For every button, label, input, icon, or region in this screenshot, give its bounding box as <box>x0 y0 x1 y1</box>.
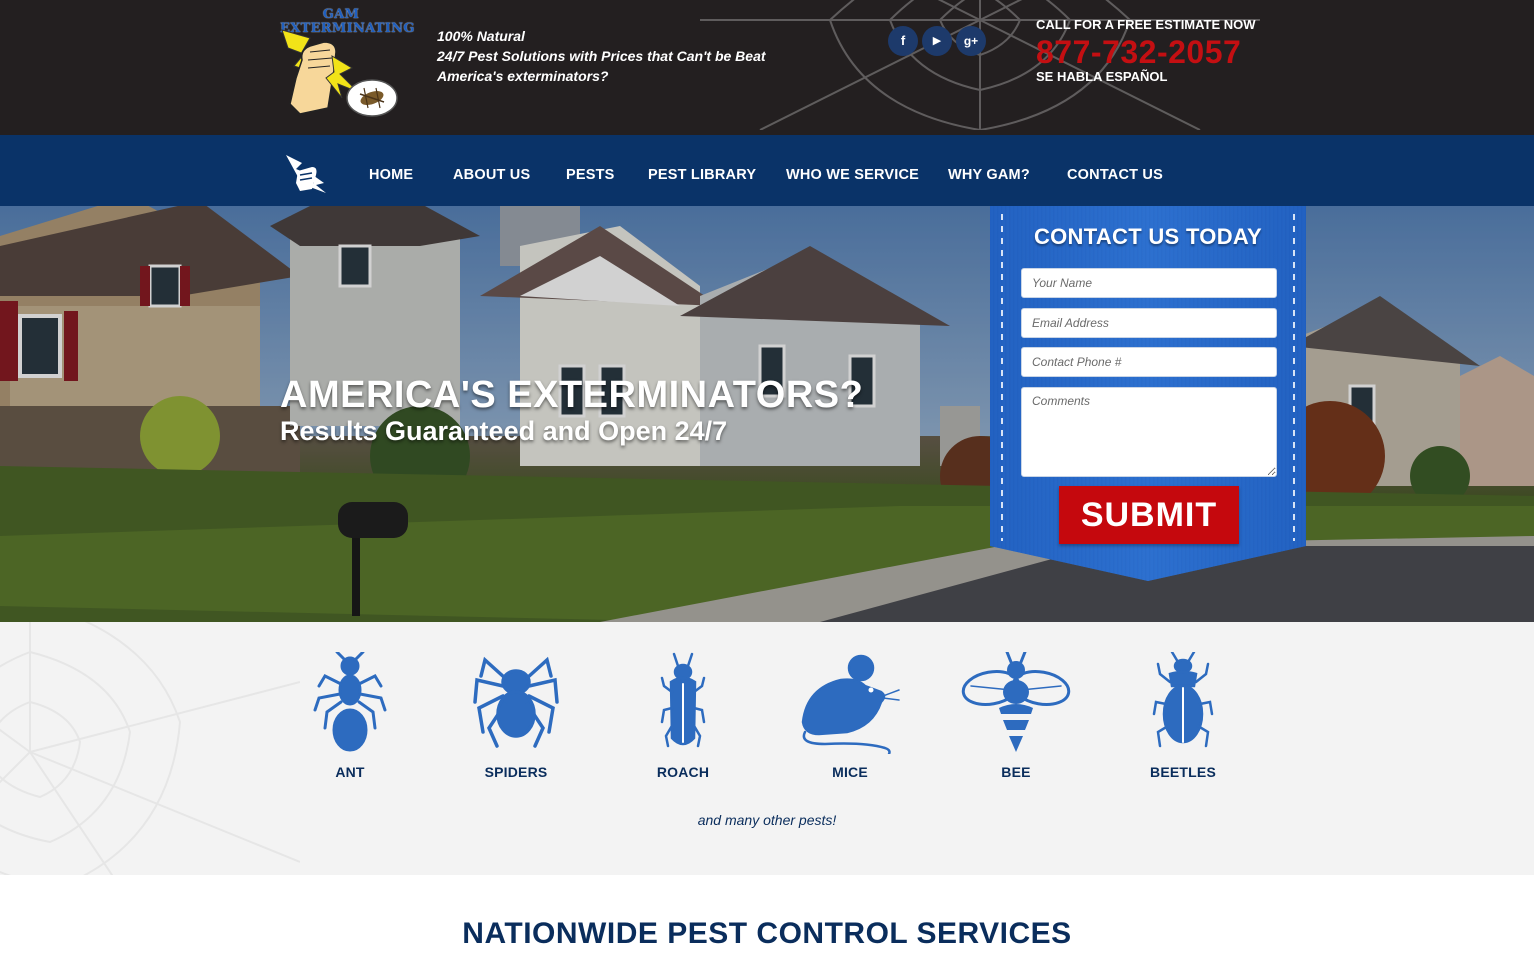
roach-icon <box>660 652 706 748</box>
pest-label-roach: ROACH <box>656 764 710 780</box>
tagline-line-3: America's exterminators? <box>437 68 609 84</box>
youtube-icon[interactable]: ▶ <box>922 26 952 56</box>
main-nav: HOME ABOUT US PESTS PEST LIBRARY WHO WE … <box>0 135 1534 206</box>
contact-form-title: CONTACT US TODAY <box>1033 224 1263 249</box>
pest-label-bee: BEE <box>1001 764 1031 780</box>
nav-home[interactable]: HOME <box>369 135 413 206</box>
pest-label-mice: MICE <box>832 764 868 780</box>
phone-field[interactable] <box>1021 347 1277 377</box>
nav-who-we-service[interactable]: WHO WE SERVICE <box>786 135 919 206</box>
section-title: NATIONWIDE PEST CONTROL SERVICES <box>462 917 1072 950</box>
pest-bee[interactable]: BEE <box>946 652 1086 780</box>
pest-label-spiders: SPIDERS <box>484 764 548 780</box>
beetle-icon <box>1152 652 1214 748</box>
estimate-callout: CALL FOR A FREE ESTIMATE NOW 877-732-205… <box>1036 16 1256 84</box>
nav-about-us[interactable]: ABOUT US <box>453 135 530 206</box>
facebook-icon[interactable]: f <box>888 26 918 56</box>
header-tagline: 100% Natural 24/7 Pest Solutions with Pr… <box>437 26 766 86</box>
mouse-icon <box>801 654 900 754</box>
pests-note: and many other pests! <box>697 812 837 828</box>
bee-icon <box>961 652 1071 752</box>
header-bar: GAM EXTERMINATING 100% Natural 24/7 Pest… <box>0 0 1534 135</box>
tagline-line-2: 24/7 Pest Solutions with Prices that Can… <box>437 48 766 64</box>
nav-pests[interactable]: PESTS <box>566 135 615 206</box>
pest-ant[interactable]: ANT <box>280 652 420 780</box>
email-field[interactable] <box>1021 308 1277 338</box>
pest-beetles[interactable]: BEETLES <box>1113 652 1253 780</box>
nav-why-gam[interactable]: WHY GAM? <box>948 135 1030 206</box>
nav-contact-us[interactable]: CONTACT US <box>1067 135 1163 206</box>
spider-icon <box>473 656 559 748</box>
spanish-note: SE HABLA ESPAÑOL <box>1036 69 1168 84</box>
hero-subheadline: Results Guaranteed and Open 24/7 <box>280 416 728 446</box>
pest-label-beetles: BEETLES <box>1150 764 1216 780</box>
phone-number-link[interactable]: 877-732-2057 <box>1036 34 1256 70</box>
nav-pest-library[interactable]: PEST LIBRARY <box>648 135 756 206</box>
pests-section: ANT SPIDERS ROACH MICE BEE BEETLES and m… <box>0 622 1534 875</box>
ant-icon <box>313 652 387 752</box>
tagline-line-1: 100% Natural <box>437 28 525 44</box>
cta-label: CALL FOR A FREE ESTIMATE NOW <box>1036 17 1256 32</box>
google-plus-icon[interactable]: g+ <box>956 26 986 56</box>
name-field[interactable] <box>1021 268 1277 298</box>
fist-lightning-logo-icon <box>281 29 398 117</box>
pest-roach[interactable]: ROACH <box>613 652 753 780</box>
spiderweb-decoration <box>0 622 300 875</box>
nav-fist-icon[interactable] <box>284 149 328 193</box>
site-logo[interactable]: GAM EXTERMINATING <box>280 8 414 120</box>
pest-mice[interactable]: MICE <box>780 652 920 780</box>
hero-headline: AMERICA'S EXTERMINATORS? <box>280 374 864 416</box>
comments-field[interactable] <box>1021 387 1277 477</box>
pest-spiders[interactable]: SPIDERS <box>446 652 586 780</box>
submit-button[interactable]: SUBMIT <box>1059 486 1239 544</box>
pest-label-ant: ANT <box>335 764 365 780</box>
